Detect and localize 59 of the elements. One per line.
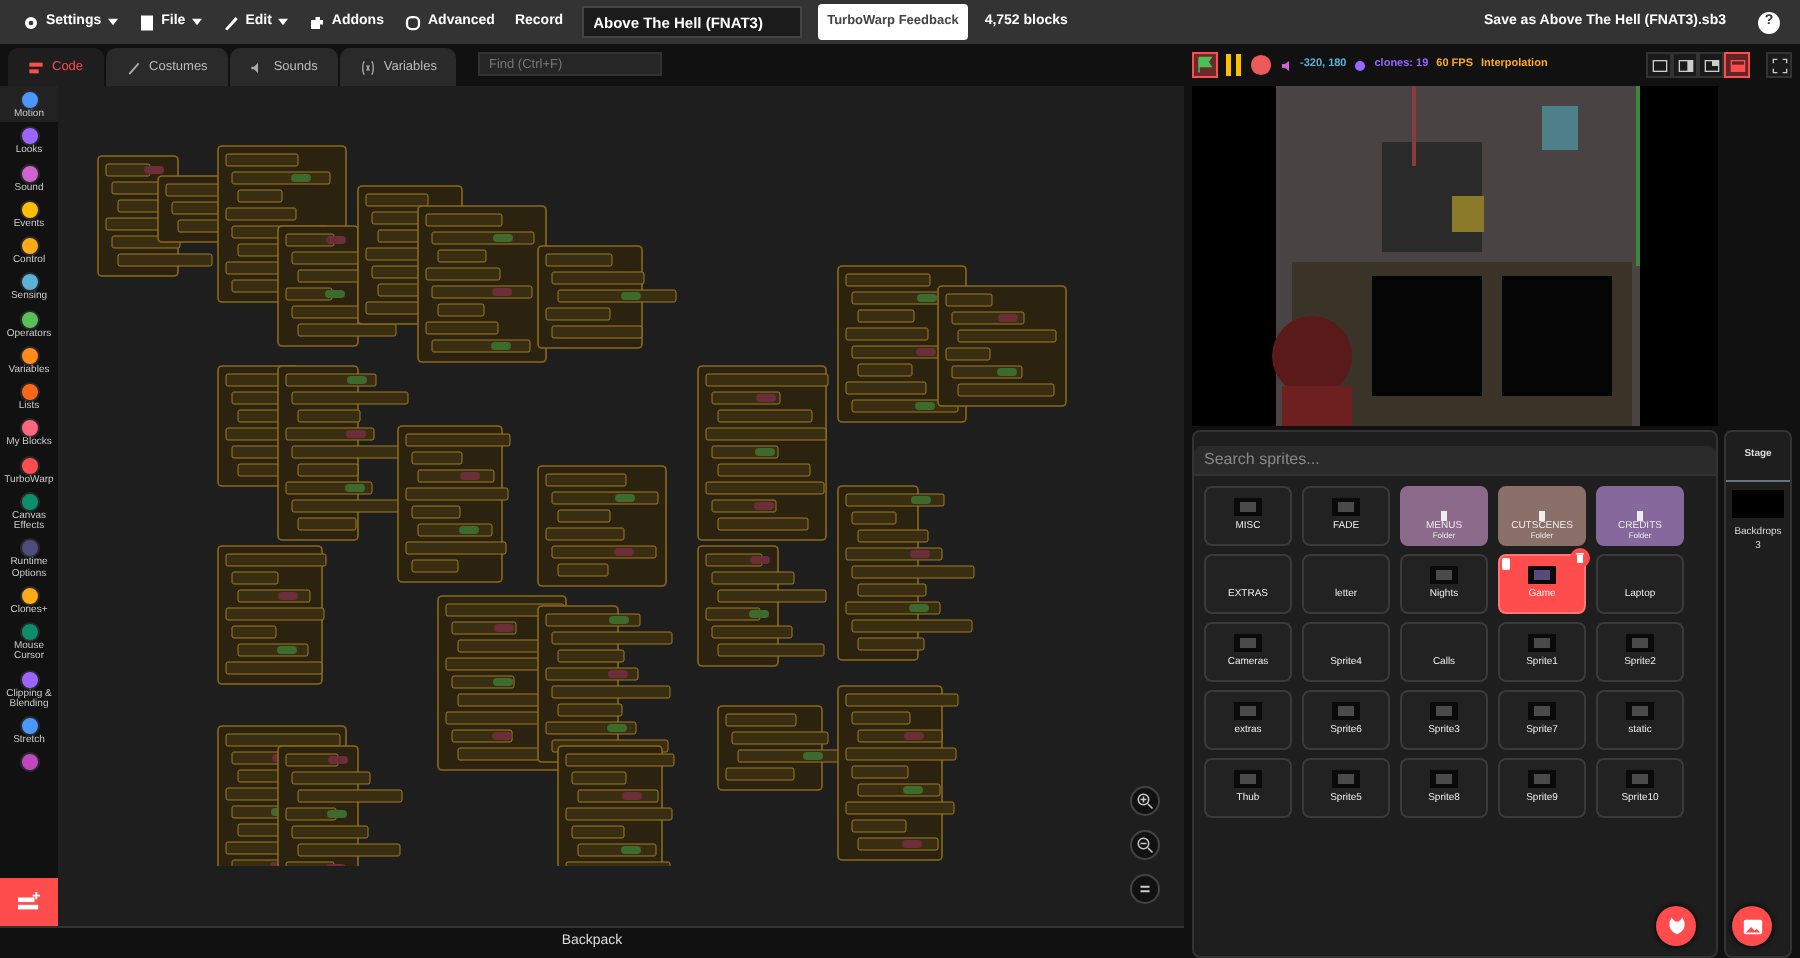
zoom-out-icon	[1136, 836, 1154, 854]
zoom-out-button[interactable]	[1130, 830, 1160, 860]
zoom-in-button[interactable]	[1130, 786, 1160, 816]
sprite-thumbnail-icon	[1230, 699, 1266, 721]
sprite-thumbnail-icon	[1622, 631, 1658, 653]
stop-icon	[1250, 53, 1272, 76]
layout-icon	[1729, 57, 1745, 73]
flag-icon	[1196, 56, 1214, 74]
layout-icon	[1651, 57, 1667, 73]
chip-icon	[403, 13, 422, 31]
sprite-thumbnail-icon	[1524, 767, 1560, 789]
caret-icon	[191, 18, 202, 26]
reset-zoom-button[interactable]	[1130, 874, 1160, 904]
add-extension-button[interactable]	[0, 878, 58, 926]
sprite-thumbnail-icon	[1230, 495, 1266, 517]
pause-icon	[1226, 53, 1242, 76]
gear-icon	[22, 13, 40, 31]
caret-icon	[107, 18, 118, 26]
fullscreen-button[interactable]	[1766, 52, 1792, 78]
folder-thumbnail-icon	[1536, 509, 1548, 521]
zoom-in-icon	[1136, 792, 1154, 810]
layout-icon	[1703, 57, 1719, 73]
clone-icon	[1354, 59, 1367, 71]
sprite-thumbnail-icon	[1328, 699, 1364, 721]
file-icon	[137, 13, 156, 31]
delete-sprite-button[interactable]	[1570, 548, 1590, 568]
stage-layout-button[interactable]	[1698, 52, 1724, 78]
sprite-thumbnail-icon	[1524, 563, 1560, 585]
sprite-thumbnail-icon	[1328, 495, 1364, 517]
stage-layout-button[interactable]	[1672, 52, 1698, 78]
sprite-thumbnail-icon	[1622, 699, 1658, 721]
fullscreen-icon	[1771, 57, 1787, 73]
variable-icon	[359, 59, 376, 75]
sprite-thumbnail-icon	[1426, 563, 1462, 585]
pencil-icon	[221, 13, 240, 31]
caret-icon	[277, 18, 288, 26]
backdrop-thumbnail[interactable]	[1732, 489, 1784, 517]
puzzle-icon	[307, 13, 326, 31]
sprite-thumbnail-icon	[1622, 767, 1658, 789]
extension-icon	[16, 891, 42, 913]
layout-icon	[1677, 57, 1693, 73]
trash-icon	[1574, 552, 1586, 564]
sprite-thumbnail-icon	[1328, 767, 1364, 789]
brush-icon	[125, 59, 142, 75]
sprite-thumbnail-icon	[1230, 767, 1266, 789]
sprite-thumbnail-icon	[1524, 631, 1560, 653]
folder-thumbnail-icon	[1438, 509, 1450, 521]
cat-icon	[1665, 915, 1687, 937]
sprite-search-field[interactable]: Search sprites...	[1194, 445, 1716, 475]
sprite-thumbnail-icon	[1426, 699, 1462, 721]
image-icon	[1741, 915, 1763, 937]
run-button[interactable]	[1192, 52, 1218, 78]
stage-layout-button[interactable]	[1646, 52, 1672, 78]
sprite-thumbnail-icon	[1524, 699, 1560, 721]
sprite-thumbnail-icon	[1426, 767, 1462, 789]
sprite-thumbnail-icon	[1230, 631, 1266, 653]
folder-thumbnail-icon	[1634, 509, 1646, 521]
code-icon	[28, 59, 44, 75]
equals-icon	[1136, 880, 1154, 898]
